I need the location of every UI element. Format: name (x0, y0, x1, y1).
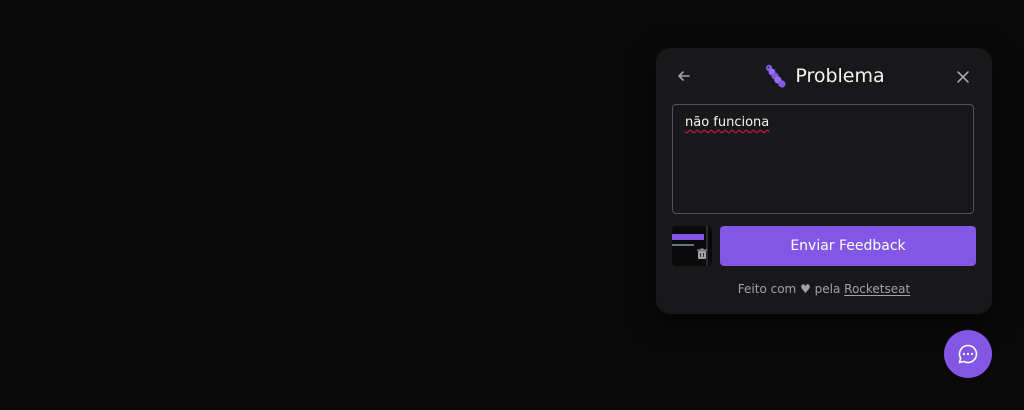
widget-title: Problema (795, 65, 885, 87)
widget-header: Problema (656, 62, 992, 90)
thumbnail-line (672, 244, 694, 246)
comment-text: não funciona (685, 115, 770, 130)
close-icon (957, 71, 969, 83)
thumbnail-edge (706, 226, 708, 266)
footer-credit: Feito com ♥ pela Rocketseat (656, 282, 992, 296)
close-button[interactable] (954, 68, 972, 86)
submit-feedback-button[interactable]: Enviar Feedback (720, 226, 976, 266)
trash-icon (697, 248, 707, 259)
rocketseat-link[interactable]: Rocketseat (844, 282, 910, 296)
comment-textarea[interactable]: não funciona (672, 104, 974, 214)
thumbnail-bar (672, 234, 704, 240)
open-feedback-button[interactable] (944, 330, 992, 378)
feedback-widget: Problema não funciona Enviar Feedback Fe… (656, 48, 992, 314)
screenshot-thumbnail-button[interactable] (672, 226, 712, 266)
chat-bubble-icon (958, 344, 978, 364)
footer-prefix: Feito com ♥ pela (737, 282, 845, 296)
worm-icon (766, 64, 786, 88)
